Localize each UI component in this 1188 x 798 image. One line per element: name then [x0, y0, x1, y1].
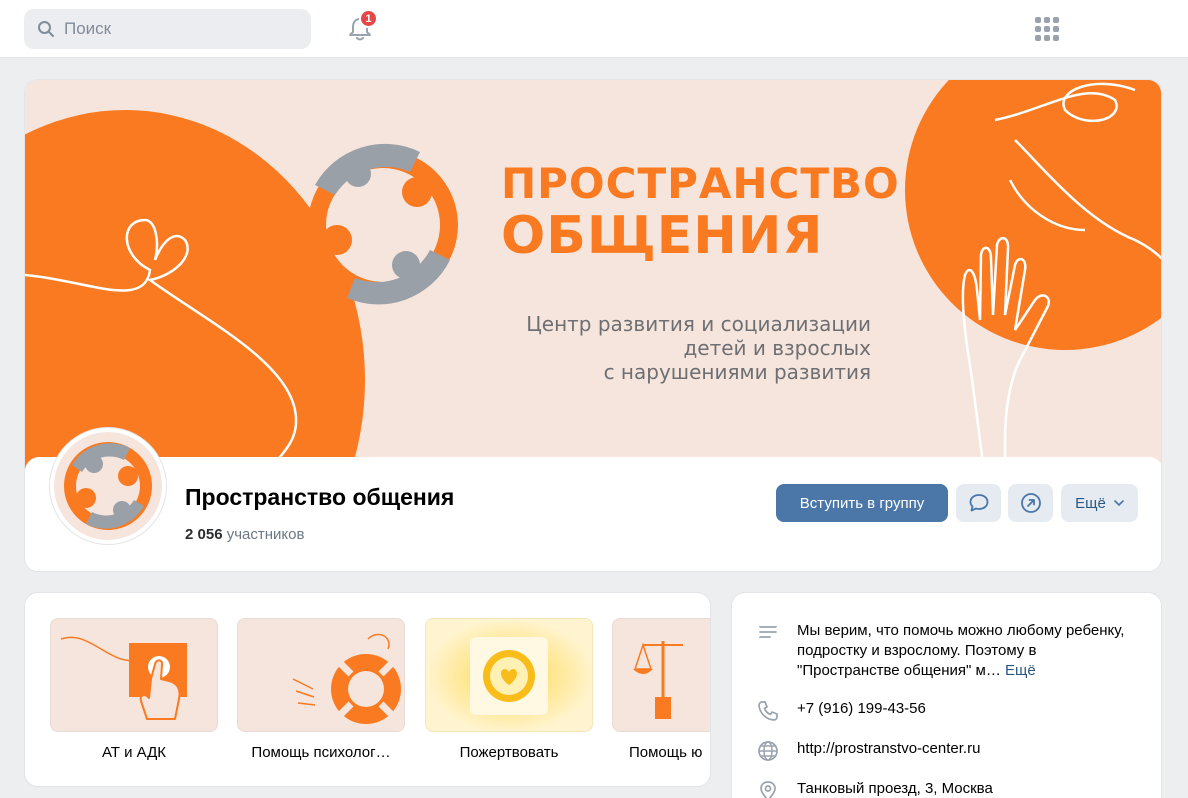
tile-at-adk[interactable]	[50, 618, 218, 732]
avatar-logo-icon	[54, 432, 162, 540]
members-label: участников	[226, 526, 305, 543]
website-row: http://prostranstvo-center.ru	[756, 739, 980, 763]
description: Мы верим, что помочь можно любому ребенк…	[797, 622, 1125, 679]
apps-grid-icon[interactable]	[1034, 16, 1060, 42]
tile-legal-help[interactable]	[612, 618, 710, 732]
members-number: 2 056	[185, 526, 223, 543]
cover-subtitle-line1: Центр развития и социализации	[526, 312, 871, 336]
description-more-link[interactable]: Ещё	[1005, 662, 1036, 679]
notification-badge: 1	[359, 9, 378, 28]
tile-label[interactable]: Помощь психолог…	[237, 744, 405, 761]
chevron-down-icon	[1114, 500, 1124, 506]
lifebuoy-icon	[292, 633, 401, 724]
app-tiles-card: АТ и АДК Помощь психолог… Пожертвовать П…	[24, 592, 711, 787]
address-row: Танковый проезд, 3, Москва	[756, 779, 993, 798]
more-button[interactable]: Ещё	[1061, 484, 1138, 522]
cover-subtitle-line2: детей и взрослых	[683, 336, 871, 360]
share-button[interactable]	[1008, 484, 1053, 522]
about-card: Мы верим, что помочь можно любому ребенк…	[731, 592, 1162, 798]
tile-label[interactable]: Помощь ю	[612, 744, 710, 761]
group-header-card: ПРОСТРАНСТВО ОБЩЕНИЯ Центр развития и со…	[24, 79, 1162, 572]
globe-icon	[758, 741, 778, 761]
tile-donate[interactable]	[425, 618, 593, 732]
tile-label[interactable]: Пожертвовать	[425, 744, 593, 761]
cover-subtitle-line3: с нарушениями развития	[603, 360, 871, 384]
join-group-button[interactable]: Вступить в группу	[776, 484, 948, 522]
tile-psychologist[interactable]	[237, 618, 405, 732]
website-link[interactable]: http://prostranstvo-center.ru	[797, 739, 980, 763]
heart-coin-icon	[426, 619, 592, 731]
group-name: Пространство общения	[185, 484, 455, 510]
search-input[interactable]	[64, 19, 284, 39]
phone-row: +7 (916) 199-43-56	[756, 699, 926, 723]
cover-image: ПРОСТРАНСТВО ОБЩЕНИЯ Центр развития и со…	[25, 80, 1161, 480]
description-text: Мы верим, что помочь можно любому ребенк…	[797, 621, 1142, 681]
search-icon	[38, 21, 54, 37]
address-link[interactable]: Танковый проезд, 3, Москва	[797, 779, 993, 798]
cover-title-line1: ПРОСТРАНСТВО	[501, 159, 900, 208]
top-bar: 1	[0, 0, 1188, 58]
phone-link[interactable]: +7 (916) 199-43-56	[797, 699, 926, 723]
phone-icon	[758, 701, 778, 721]
search-box[interactable]	[24, 9, 311, 49]
share-icon	[1020, 493, 1041, 513]
tile-label[interactable]: АТ и АДК	[50, 744, 218, 761]
cover-subtitle: Центр развития и социализации детей и вз…	[526, 312, 871, 384]
scales-icon	[633, 641, 683, 719]
description-row: Мы верим, что помочь можно любому ребенк…	[756, 621, 1142, 681]
cover-title: ПРОСТРАНСТВО ОБЩЕНИЯ	[501, 158, 900, 262]
message-icon	[969, 494, 988, 512]
cover-title-line2: ОБЩЕНИЯ	[501, 206, 824, 266]
location-pin-icon	[760, 781, 776, 798]
message-button[interactable]	[956, 484, 1001, 522]
more-button-label: Ещё	[1075, 494, 1106, 512]
avatar[interactable]	[50, 428, 166, 544]
description-icon	[759, 626, 777, 638]
members-count[interactable]: 2 056 участников	[185, 526, 304, 543]
hand-card-icon	[60, 636, 187, 720]
